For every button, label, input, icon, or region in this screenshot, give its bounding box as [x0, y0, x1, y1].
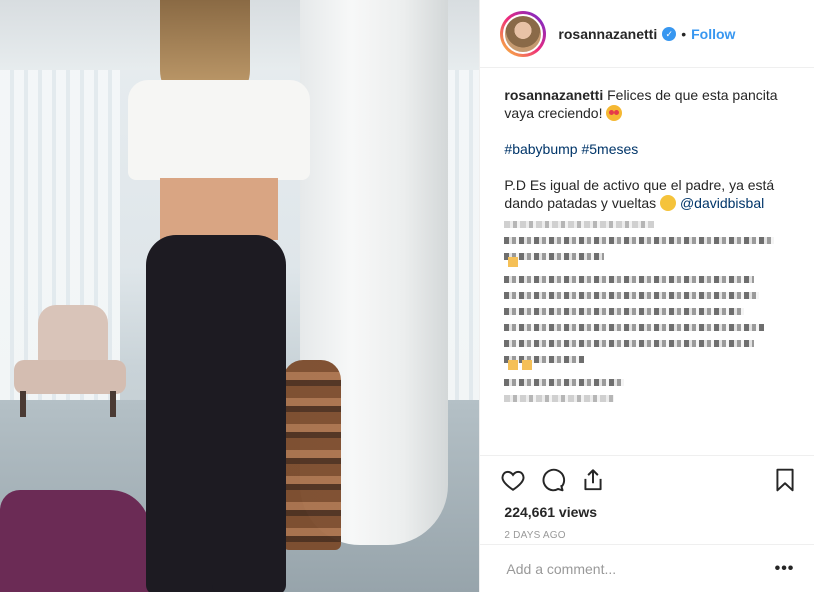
post-actions: 224,661 views 2 DAYS AGO — [480, 455, 814, 541]
caption-hashtags[interactable]: #babybump #5meses — [504, 141, 638, 157]
blurred-line — [504, 292, 760, 299]
caption: rosannazanetti Felices de que esta panci… — [480, 68, 814, 212]
avatar[interactable] — [500, 10, 547, 57]
wink-emoji-icon — [660, 195, 677, 211]
follow-button[interactable]: Follow — [691, 26, 735, 42]
blurred-comments — [480, 221, 814, 402]
comment-input[interactable] — [504, 560, 759, 578]
header-username[interactable]: rosannazanetti — [558, 26, 657, 42]
view-count[interactable]: 224,661 views — [480, 496, 814, 520]
window-curtain-right — [445, 70, 480, 400]
blurred-line — [504, 324, 765, 331]
post-side-panel: rosannazanetti ✓ • Follow rosannazanetti… — [479, 0, 814, 592]
blurred-line — [504, 221, 655, 228]
blurred-line — [504, 395, 615, 402]
verified-badge-icon: ✓ — [662, 26, 677, 41]
header-separator: • — [681, 25, 687, 42]
post-header: rosannazanetti ✓ • Follow — [480, 0, 814, 68]
blurred-line — [504, 253, 605, 267]
post-date[interactable]: 2 DAYS AGO — [480, 520, 814, 541]
caption-mention[interactable]: @davidbisbal — [680, 195, 764, 211]
person — [120, 0, 320, 592]
blurred-line — [504, 237, 775, 244]
blurred-line — [504, 356, 585, 370]
blurred-line — [504, 379, 625, 386]
heart-eyes-emoji-icon — [606, 105, 623, 121]
comment-bar: ••• — [480, 544, 814, 593]
blurred-line — [504, 340, 755, 347]
armchair — [14, 305, 126, 417]
heart-icon[interactable] — [500, 467, 526, 493]
blurred-line — [504, 308, 745, 315]
share-icon[interactable] — [580, 467, 606, 493]
blurred-line — [504, 276, 755, 283]
comment-icon[interactable] — [540, 467, 566, 493]
post-photo[interactable] — [0, 0, 480, 592]
bookmark-icon[interactable] — [772, 467, 798, 493]
more-options-button[interactable]: ••• — [775, 560, 795, 578]
caption-username[interactable]: rosannazanetti — [504, 87, 603, 103]
